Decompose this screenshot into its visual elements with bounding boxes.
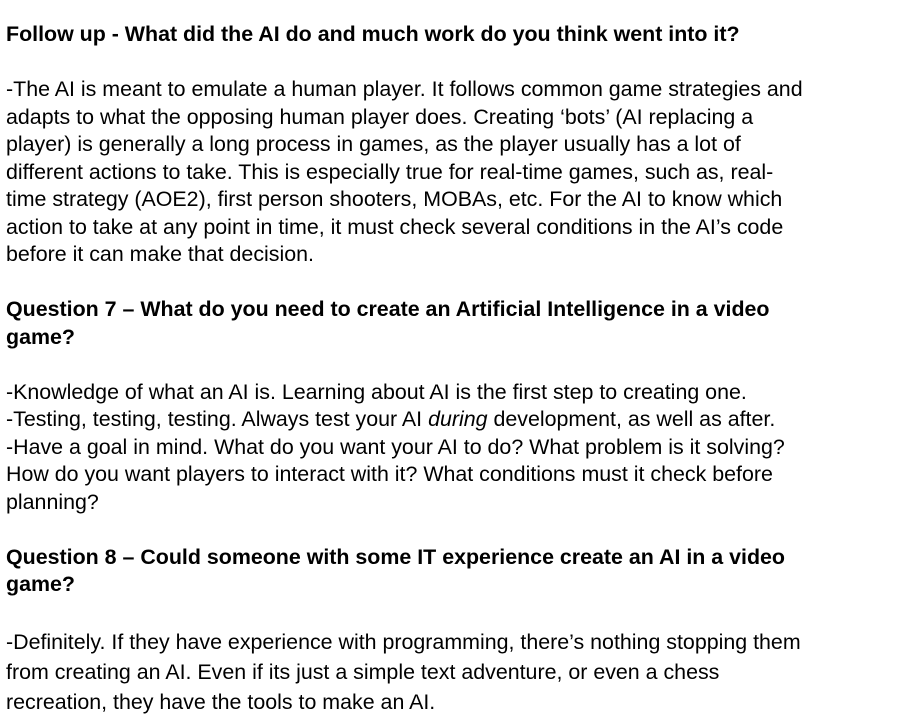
answer-line: action to take at any point in time, it … <box>6 214 784 239</box>
answer-line: -The AI is meant to emulate a human play… <box>6 77 803 101</box>
answer-line: -Have a goal in mind. What do you want y… <box>6 434 785 459</box>
question-7-answer: -Knowledge of what an AI is. Learning ab… <box>6 379 916 517</box>
heading-line: Follow up - What did the AI do and much … <box>6 22 740 46</box>
answer-line: -Knowledge of what an AI is. Learning ab… <box>6 379 747 404</box>
heading-line: Question 8 – Could someone with some IT … <box>6 544 785 569</box>
answer-line: adapts to what the opposing human player… <box>6 104 754 129</box>
answer-line: planning? <box>6 489 99 514</box>
answer-line: -Definitely. If they have experience wit… <box>6 629 801 654</box>
answer-line: How do you want players to interact with… <box>6 462 773 486</box>
answer-line: recreation, they have the tools to make … <box>6 689 436 714</box>
heading-line: game? <box>6 572 75 596</box>
question-8-answer: -Definitely. If they have experience wit… <box>6 627 916 717</box>
document-body: Follow up - What did the AI do and much … <box>6 0 916 717</box>
top-spacing <box>6 0 916 21</box>
testing-line: -Testing, testing, testing. Always test … <box>6 406 916 434</box>
follow-up-heading: Follow up - What did the AI do and much … <box>6 21 916 49</box>
question-7-heading: Question 7 – What do you need to create … <box>6 296 916 351</box>
follow-up-answer: -The AI is meant to emulate a human play… <box>6 76 916 269</box>
answer-line: player) is generally a long process in g… <box>6 132 741 156</box>
testing-emphasis: during <box>428 407 488 431</box>
testing-text-after: development, as well as after. <box>487 407 776 431</box>
answer-line: before it can make that decision. <box>6 242 314 266</box>
question-8-heading: Question 8 – Could someone with some IT … <box>6 544 916 599</box>
answer-line: time strategy (AOE2), first person shoot… <box>6 187 783 211</box>
heading-line: game? <box>6 324 75 349</box>
heading-line: Question 7 – What do you need to create … <box>6 297 770 321</box>
answer-line: different actions to take. This is espec… <box>6 159 774 184</box>
testing-text-before: -Testing, testing, testing. Always test … <box>6 407 429 431</box>
answer-line: from creating an AI. Even if its just a … <box>6 659 720 684</box>
